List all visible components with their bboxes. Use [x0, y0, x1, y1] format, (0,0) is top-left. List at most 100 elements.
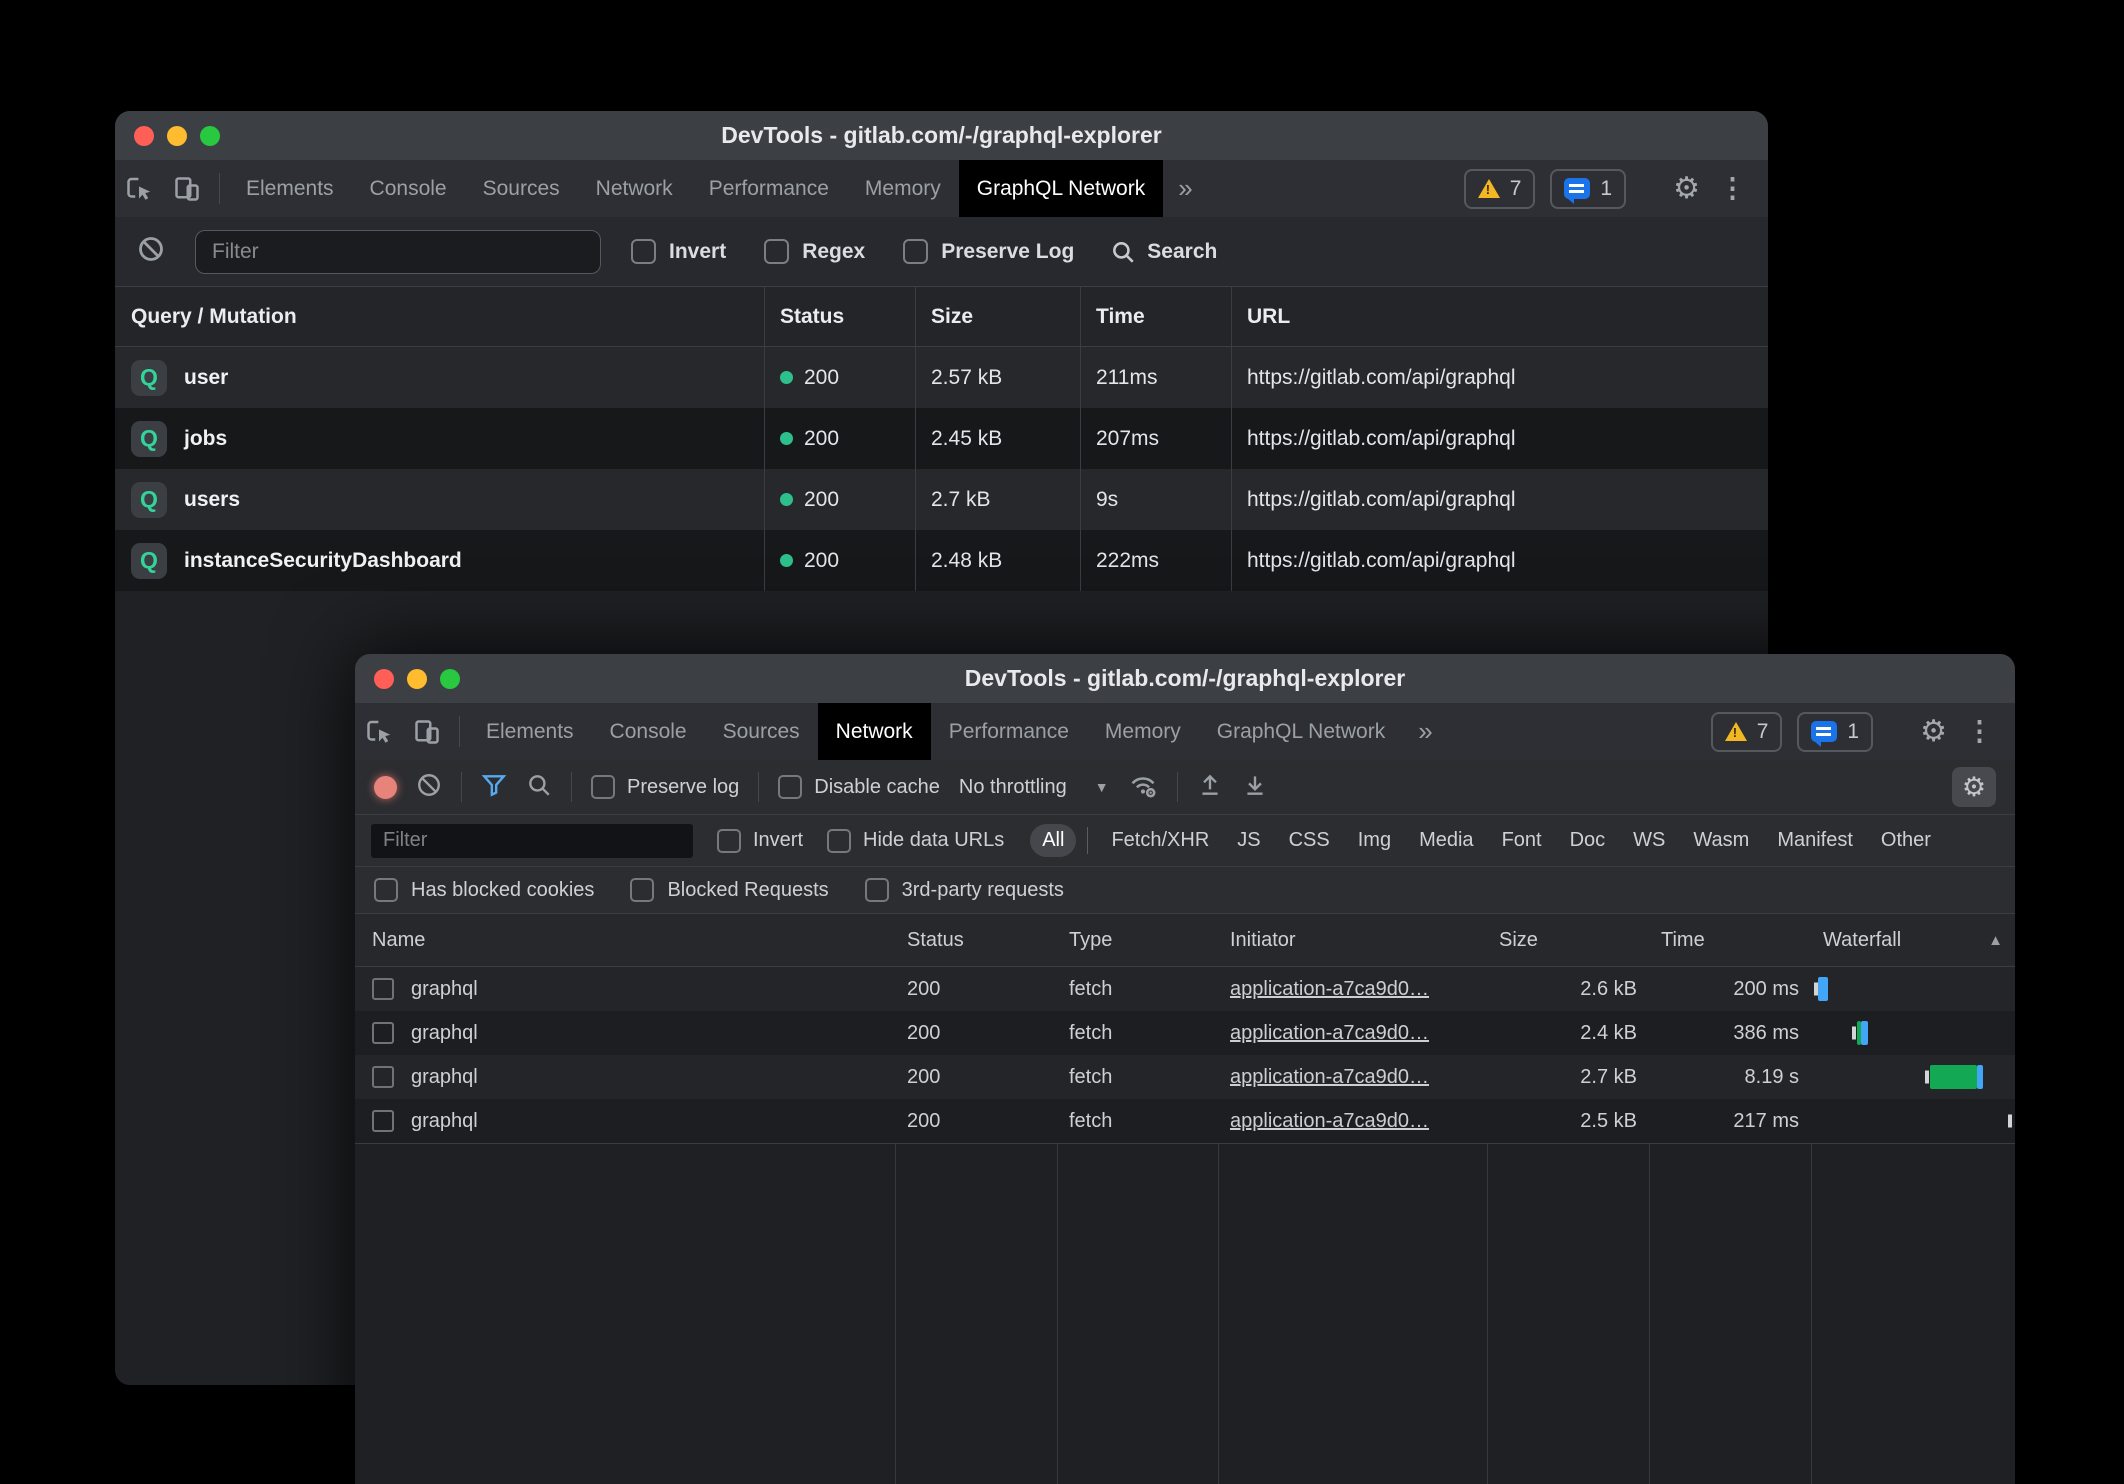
column-header-query-mutation[interactable]: Query / Mutation — [115, 287, 764, 346]
preserve-log-checkbox[interactable]: Preserve log — [591, 775, 739, 799]
request-row-1[interactable]: graphql200fetchapplication-a7ca9d0…2.6 k… — [355, 967, 2015, 1011]
zoom-window-button[interactable] — [200, 126, 220, 146]
filter-chip-other[interactable]: Other — [1869, 824, 1943, 857]
tab-sources[interactable]: Sources — [465, 160, 578, 217]
checkbox-box[interactable] — [374, 878, 398, 902]
issues-badge[interactable]: 1 — [1797, 712, 1873, 752]
network-filter-input[interactable] — [371, 824, 693, 858]
tab-sources[interactable]: Sources — [705, 703, 818, 760]
export-har-icon[interactable] — [1242, 772, 1268, 803]
invert-checkbox[interactable]: Invert — [717, 829, 803, 853]
minimize-window-button[interactable] — [167, 126, 187, 146]
more-tabs-icon[interactable]: » — [1403, 703, 1447, 760]
checkbox-box[interactable] — [591, 775, 615, 799]
kebab-menu-icon[interactable]: ⋮ — [1962, 718, 1997, 745]
checkbox-blocked-requests[interactable]: Blocked Requests — [630, 878, 828, 902]
inspect-element-icon[interactable] — [355, 703, 403, 760]
column-header-time[interactable]: Time — [1649, 914, 1811, 966]
row-checkbox[interactable] — [372, 1022, 394, 1044]
tab-memory[interactable]: Memory — [847, 160, 959, 217]
tab-elements[interactable]: Elements — [228, 160, 352, 217]
waterfall-cell[interactable] — [1811, 967, 2015, 1011]
column-header-status[interactable]: Status — [895, 914, 1057, 966]
clear-network-log-icon[interactable] — [416, 772, 442, 803]
request-row-4[interactable]: graphql200fetchapplication-a7ca9d0…2.5 k… — [355, 1099, 2015, 1143]
more-tabs-icon[interactable]: » — [1163, 160, 1207, 217]
network-conditions-icon[interactable] — [1128, 771, 1158, 804]
checkbox-3rd-party-requests[interactable]: 3rd-party requests — [865, 878, 1064, 902]
tab-graphql-network[interactable]: GraphQL Network — [959, 160, 1163, 217]
initiator-link[interactable]: application-a7ca9d0… — [1230, 1066, 1429, 1089]
column-header-size[interactable]: Size — [1487, 914, 1649, 966]
column-header-status[interactable]: Status — [764, 287, 915, 346]
graphql-row-user[interactable]: Quser2002.57 kB211mshttps://gitlab.com/a… — [115, 347, 1768, 408]
filter-chip-font[interactable]: Font — [1490, 824, 1554, 857]
issues-badge[interactable]: 1 — [1550, 169, 1626, 209]
graphql-row-users[interactable]: Qusers2002.7 kB9shttps://gitlab.com/api/… — [115, 469, 1768, 530]
checkbox-box[interactable] — [903, 239, 928, 264]
filter-chip-all[interactable]: All — [1030, 824, 1076, 857]
row-checkbox[interactable] — [372, 1110, 394, 1132]
request-row-2[interactable]: graphql200fetchapplication-a7ca9d0…2.4 k… — [355, 1011, 2015, 1055]
settings-gear-icon[interactable]: ⚙ — [1920, 717, 1947, 747]
checkbox-invert[interactable]: Invert — [631, 239, 726, 264]
checkbox-box[interactable] — [630, 878, 654, 902]
checkbox-box[interactable] — [827, 829, 851, 853]
filter-chip-ws[interactable]: WS — [1621, 824, 1677, 857]
checkbox-has-blocked-cookies[interactable]: Has blocked cookies — [374, 878, 594, 902]
front-titlebar[interactable]: DevTools - gitlab.com/-/graphql-explorer — [355, 654, 2015, 703]
filter-chip-doc[interactable]: Doc — [1558, 824, 1618, 857]
graphql-filter-input[interactable] — [195, 230, 601, 274]
filter-chip-manifest[interactable]: Manifest — [1765, 824, 1865, 857]
column-header-time[interactable]: Time — [1080, 287, 1231, 346]
hide-data-urls-checkbox[interactable]: Hide data URLs — [827, 829, 1004, 853]
tab-memory[interactable]: Memory — [1087, 703, 1199, 760]
filter-funnel-icon[interactable] — [481, 772, 507, 803]
row-checkbox[interactable] — [372, 1066, 394, 1088]
filter-chip-js[interactable]: JS — [1225, 824, 1272, 857]
checkbox-regex[interactable]: Regex — [764, 239, 865, 264]
import-har-icon[interactable] — [1197, 772, 1223, 803]
tab-performance[interactable]: Performance — [691, 160, 847, 217]
filter-chip-media[interactable]: Media — [1407, 824, 1485, 857]
record-network-log-button[interactable] — [374, 776, 397, 799]
tab-elements[interactable]: Elements — [468, 703, 592, 760]
filter-chip-css[interactable]: CSS — [1277, 824, 1342, 857]
warnings-badge[interactable]: 7 — [1711, 712, 1783, 752]
clear-icon[interactable] — [137, 235, 165, 268]
zoom-window-button[interactable] — [440, 669, 460, 689]
throttling-dropdown[interactable]: No throttling ▼ — [959, 776, 1109, 799]
kebab-menu-icon[interactable]: ⋮ — [1715, 175, 1750, 202]
graphql-row-jobs[interactable]: Qjobs2002.45 kB207mshttps://gitlab.com/a… — [115, 408, 1768, 469]
tab-console[interactable]: Console — [592, 703, 705, 760]
back-titlebar[interactable]: DevTools - gitlab.com/-/graphql-explorer — [115, 111, 1768, 160]
waterfall-cell[interactable] — [1811, 1011, 2015, 1055]
checkbox-preserve-log[interactable]: Preserve Log — [903, 239, 1074, 264]
graphql-search[interactable]: Search — [1110, 239, 1217, 265]
checkbox-box[interactable] — [865, 878, 889, 902]
initiator-link[interactable]: application-a7ca9d0… — [1230, 1022, 1429, 1045]
row-checkbox[interactable] — [372, 978, 394, 1000]
waterfall-cell[interactable] — [1811, 1099, 2015, 1143]
device-toolbar-icon[interactable] — [403, 703, 451, 760]
graphql-row-instancesecuritydashboard[interactable]: QinstanceSecurityDashboard2002.48 kB222m… — [115, 530, 1768, 591]
checkbox-box[interactable] — [778, 775, 802, 799]
checkbox-box[interactable] — [764, 239, 789, 264]
tab-performance[interactable]: Performance — [931, 703, 1087, 760]
tab-network[interactable]: Network — [578, 160, 691, 217]
tab-console[interactable]: Console — [352, 160, 465, 217]
filter-chip-fetch-xhr[interactable]: Fetch/XHR — [1099, 824, 1221, 857]
device-toolbar-icon[interactable] — [163, 160, 211, 217]
close-window-button[interactable] — [374, 669, 394, 689]
minimize-window-button[interactable] — [407, 669, 427, 689]
waterfall-cell[interactable] — [1811, 1055, 2015, 1099]
column-header-size[interactable]: Size — [915, 287, 1080, 346]
tab-network[interactable]: Network — [818, 703, 931, 760]
initiator-link[interactable]: application-a7ca9d0… — [1230, 978, 1429, 1001]
column-header-type[interactable]: Type — [1057, 914, 1218, 966]
inspect-element-icon[interactable] — [115, 160, 163, 217]
checkbox-box[interactable] — [631, 239, 656, 264]
column-header-name[interactable]: Name — [355, 914, 895, 966]
filter-chip-img[interactable]: Img — [1346, 824, 1403, 857]
settings-gear-icon[interactable]: ⚙ — [1673, 174, 1700, 204]
